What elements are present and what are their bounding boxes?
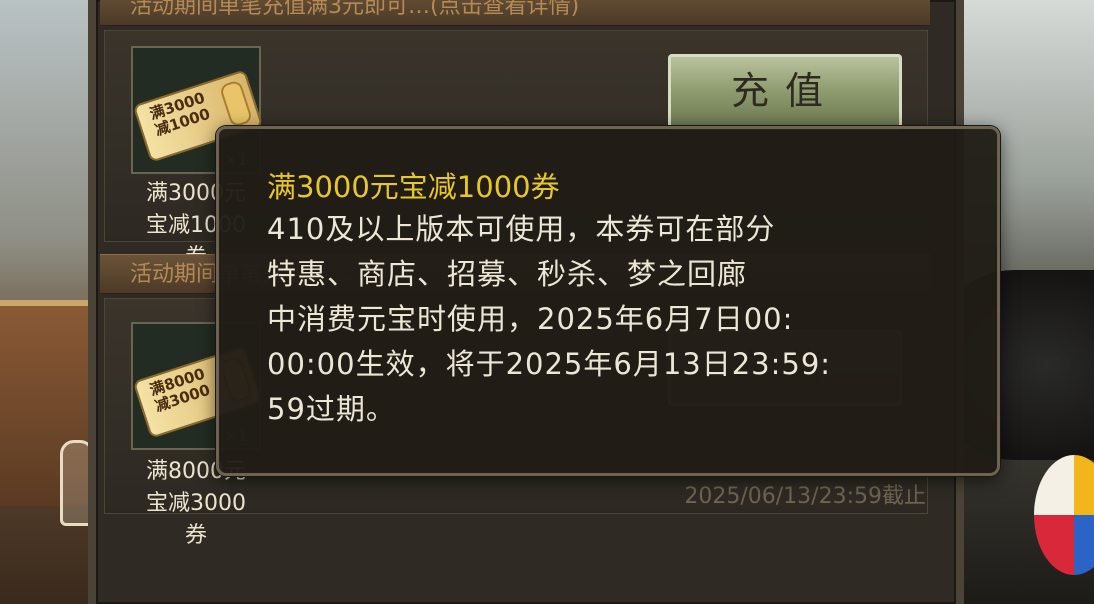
- tooltip-description: 410及以上版本可使用，本券可在部分 特惠、商店、招募、秒杀、梦之回廊 中消费元…: [267, 212, 832, 426]
- item-tooltip: 满3000元宝减1000券 410及以上版本可使用，本券可在部分 特惠、商店、招…: [216, 126, 1000, 476]
- ticket-flag-icon: [218, 79, 254, 128]
- event-header-top-text: 活动期间单笔充值满3元即可…(点击查看详情): [130, 0, 580, 19]
- event-deadline: 2025/06/13/23:59截止: [684, 484, 926, 509]
- item-name-line: 券: [184, 523, 207, 548]
- event-header-top[interactable]: 活动期间单笔充值满3元即可…(点击查看详情): [100, 0, 930, 26]
- tooltip-title: 满3000元宝减1000券: [267, 170, 560, 204]
- item-name-line: 宝减3000: [146, 491, 246, 516]
- recharge-button-top[interactable]: 充值: [668, 54, 902, 130]
